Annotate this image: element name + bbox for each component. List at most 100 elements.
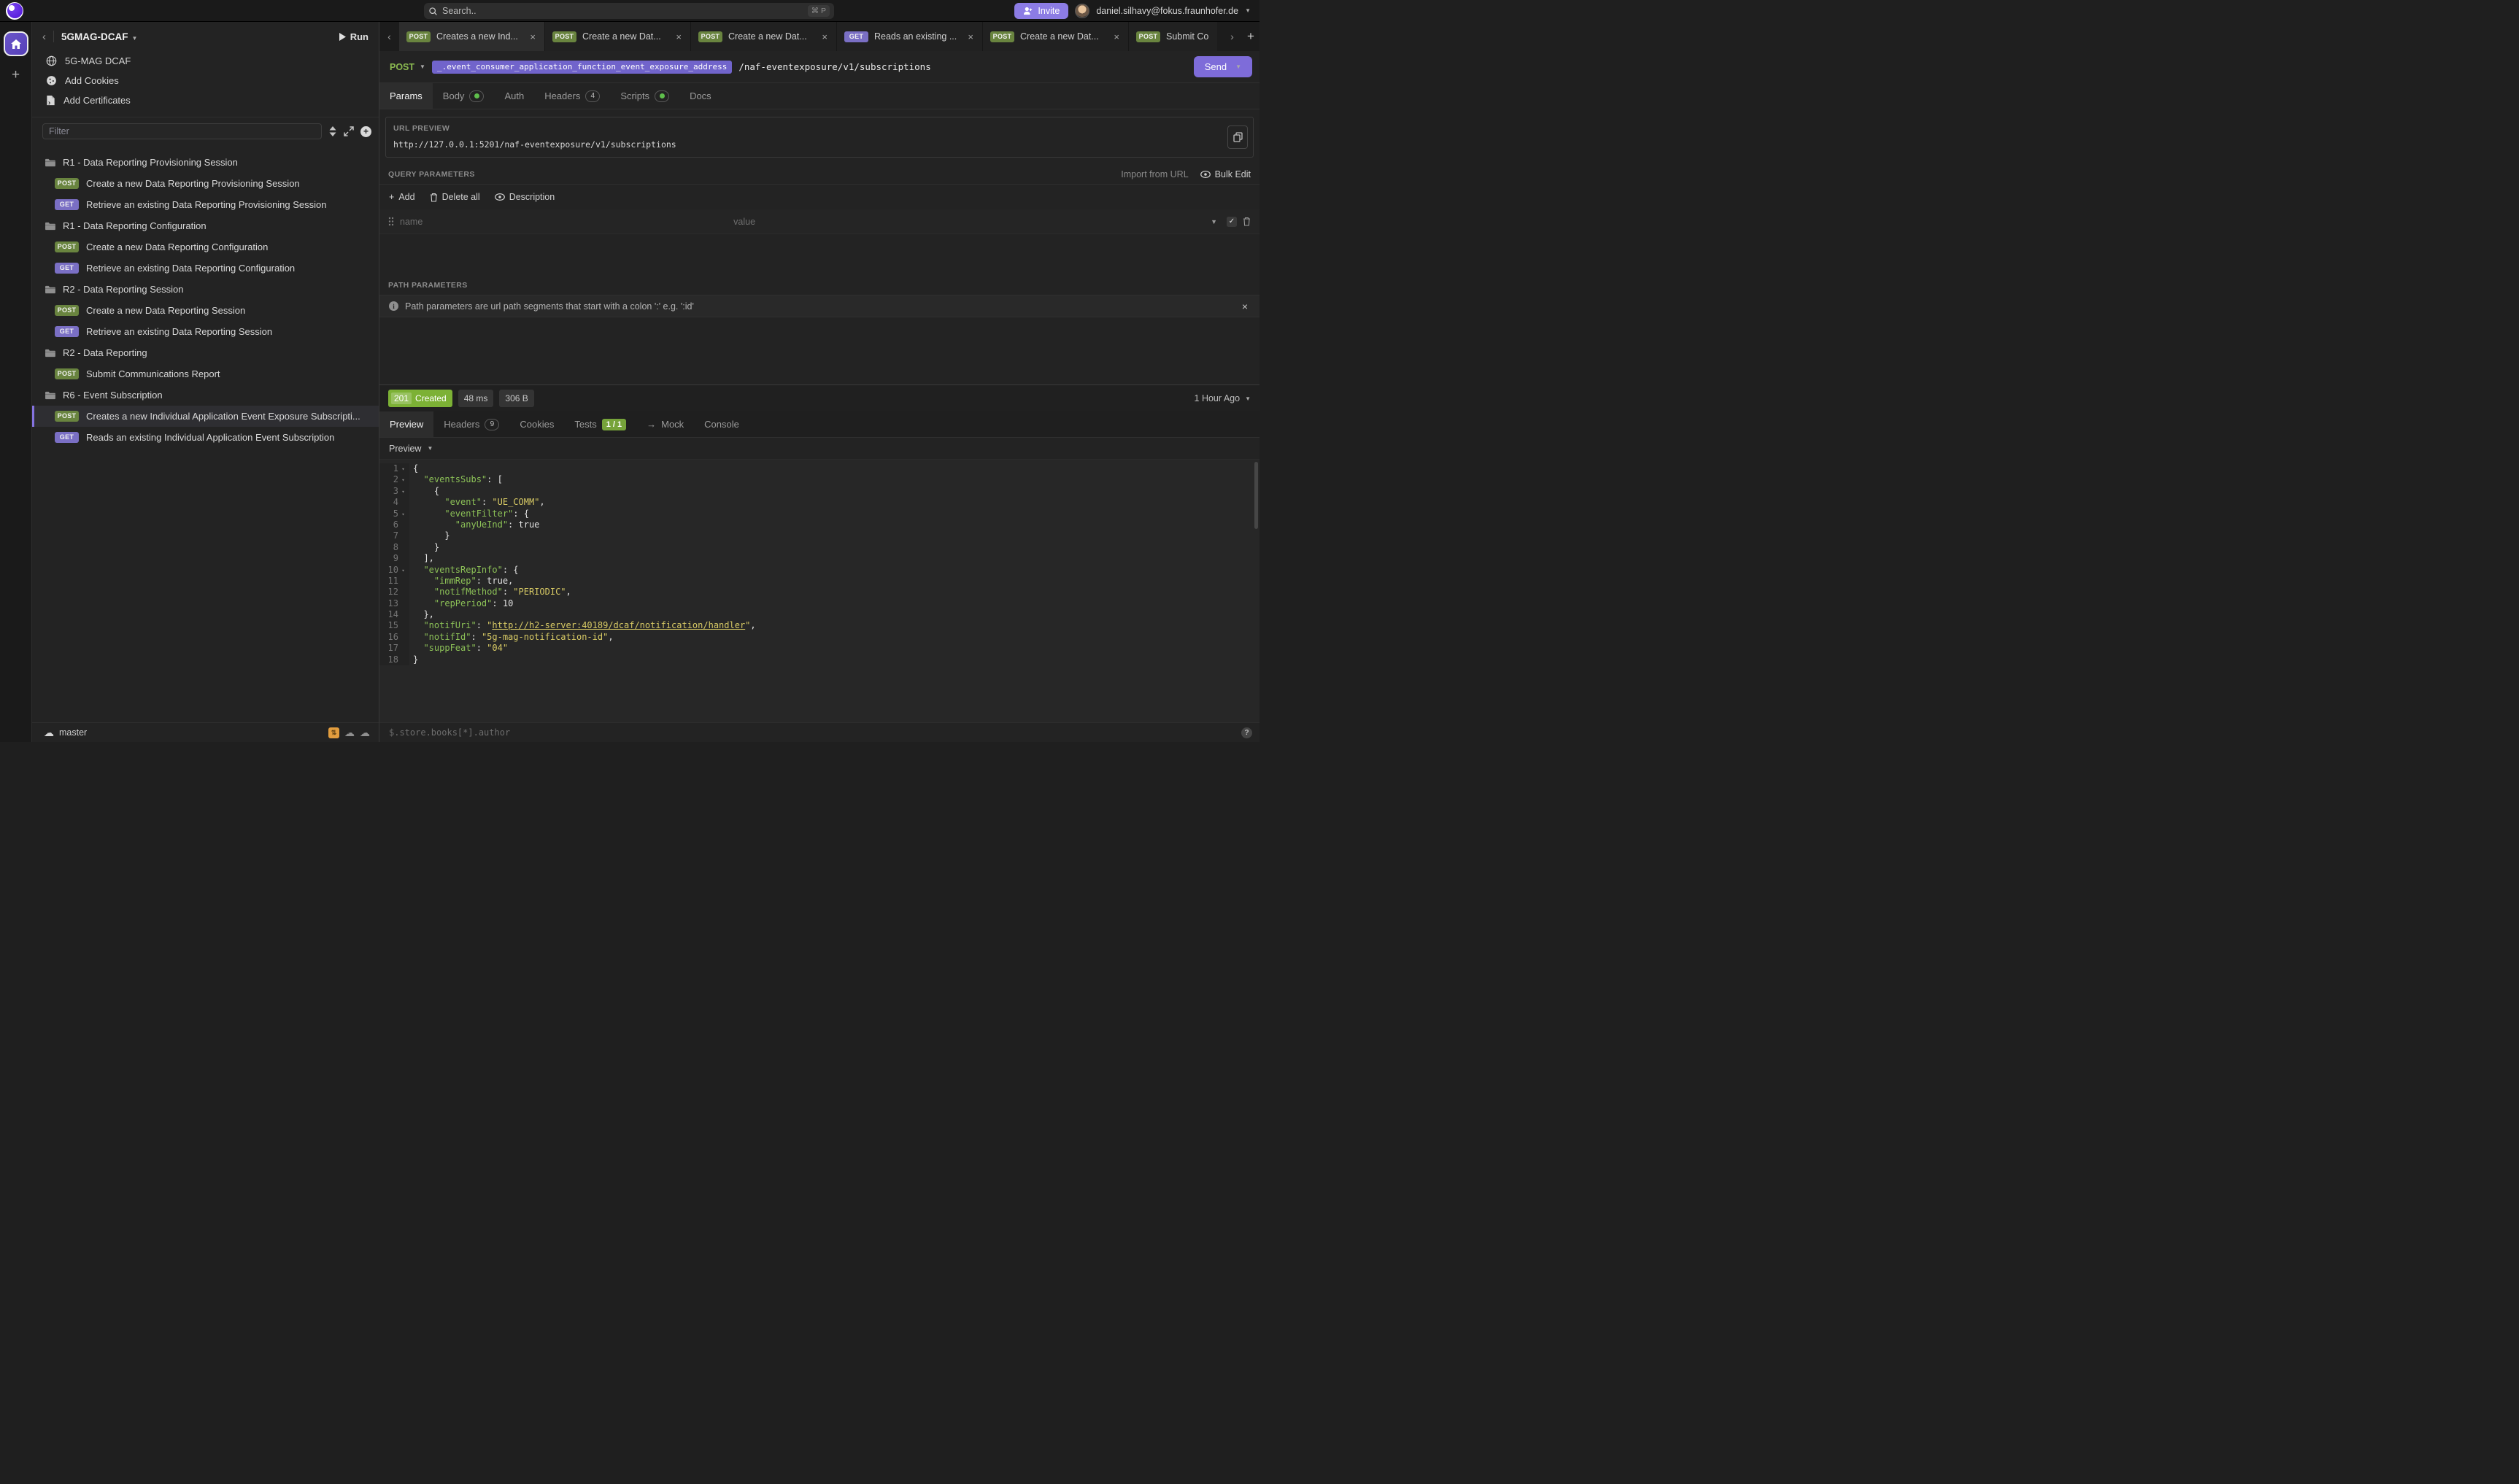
request-item[interactable]: POSTCreate a new Data Reporting Configur… — [32, 236, 379, 258]
close-tab-icon[interactable]: × — [1112, 31, 1121, 42]
expand-all-icon[interactable] — [344, 126, 354, 136]
request-item[interactable]: POSTCreate a new Data Reporting Session — [32, 300, 379, 321]
bulk-edit-button[interactable]: Bulk Edit — [1200, 169, 1251, 179]
filter-input[interactable] — [42, 123, 322, 139]
tab-cookies[interactable]: Cookies — [509, 411, 564, 437]
method-select[interactable]: POST ▼ — [390, 62, 425, 72]
gutter[interactable]: 2▾ — [379, 474, 409, 485]
toggle-description-button[interactable]: Description — [495, 192, 555, 202]
preview-mode-select[interactable]: Preview ▼ — [379, 438, 1260, 460]
close-tab-icon[interactable]: × — [966, 31, 975, 42]
global-search[interactable]: ⌘ P — [424, 3, 834, 19]
invite-button[interactable]: Invite — [1014, 3, 1068, 19]
search-input[interactable] — [442, 6, 803, 16]
param-name-input[interactable] — [400, 217, 728, 227]
new-project-button[interactable]: + — [12, 68, 20, 82]
close-tab-icon[interactable]: × — [674, 31, 683, 42]
run-collection-button[interactable]: Run — [339, 31, 369, 42]
request-tab[interactable]: POSTCreate a new Dat...× — [691, 22, 837, 51]
tab-body[interactable]: Body — [433, 83, 495, 109]
copy-url-button[interactable] — [1227, 125, 1248, 149]
tab-scripts[interactable]: Scripts — [610, 83, 679, 109]
param-enabled-checkbox[interactable]: ✓ — [1227, 217, 1237, 227]
request-tab[interactable]: GETReads an existing ...× — [837, 22, 983, 51]
tab-console[interactable]: Console — [694, 411, 749, 437]
fold-caret-icon[interactable]: ▾ — [398, 565, 408, 576]
response-body-editor[interactable]: 1▾{2▾ "eventsSubs": [3▾ {4 "event": "UE_… — [379, 460, 1260, 722]
param-options-caret-icon[interactable]: ▼ — [1207, 218, 1221, 225]
gutter[interactable]: 6 — [379, 519, 409, 530]
tab-headers[interactable]: Headers4 — [534, 83, 610, 109]
request-item[interactable]: POSTCreate a new Data Reporting Provisio… — [32, 173, 379, 194]
gutter[interactable]: 5▾ — [379, 509, 409, 519]
gutter[interactable]: 4 — [379, 497, 409, 508]
collection-folder[interactable]: R2 - Data Reporting Session — [32, 279, 379, 300]
fold-caret-icon[interactable]: ▾ — [398, 509, 408, 519]
sync-conflict-icon[interactable]: ⇅ — [328, 727, 339, 738]
drag-handle-icon[interactable] — [388, 217, 394, 226]
add-certificates-button[interactable]: Add Certificates — [32, 90, 379, 110]
tab-docs[interactable]: Docs — [679, 83, 722, 109]
request-item[interactable]: POSTCreates a new Individual Application… — [32, 406, 379, 427]
insomnia-logo-icon[interactable] — [6, 2, 23, 20]
dismiss-banner-icon[interactable]: × — [1240, 301, 1250, 312]
sort-icon[interactable] — [328, 126, 337, 136]
new-tab-button[interactable]: + — [1247, 29, 1254, 44]
gutter[interactable]: 12 — [379, 587, 409, 598]
environment-variable-chip[interactable]: _.event_consumer_application_function_ev… — [432, 61, 732, 74]
tab-mock[interactable]: →Mock — [636, 411, 694, 437]
response-filter-input[interactable] — [389, 727, 1235, 738]
tab-tests[interactable]: Tests1 / 1 — [564, 411, 636, 437]
gutter[interactable]: 10▾ — [379, 565, 409, 576]
back-chevron-icon[interactable]: ‹ — [42, 31, 46, 43]
request-tab[interactable]: POSTSubmit Co× — [1129, 22, 1217, 51]
cloud-pull-icon[interactable]: ☁↓ — [344, 727, 355, 738]
gutter[interactable]: 17 — [379, 643, 409, 654]
request-tab[interactable]: POSTCreate a new Dat...× — [545, 22, 691, 51]
url-path[interactable]: /naf-eventexposure/v1/subscriptions — [738, 61, 1187, 72]
gutter[interactable]: 18 — [379, 654, 409, 665]
close-tab-icon[interactable]: × — [820, 31, 829, 42]
fold-caret-icon[interactable]: ▾ — [398, 463, 408, 474]
fold-caret-icon[interactable]: ▾ — [398, 486, 408, 497]
account-caret-down-icon[interactable]: ▼ — [1245, 7, 1251, 14]
gutter[interactable]: 13 — [379, 598, 409, 609]
collection-folder[interactable]: R2 - Data Reporting — [32, 342, 379, 363]
workspace-switcher[interactable]: 5GMAG-DCAF▼ — [61, 31, 137, 42]
gutter[interactable]: 16 — [379, 632, 409, 643]
response-history-dropdown[interactable]: 1 Hour Ago ▼ — [1195, 393, 1251, 403]
request-item[interactable]: GETRetrieve an existing Data Reporting C… — [32, 258, 379, 279]
send-button[interactable]: Send ▼ — [1194, 56, 1252, 77]
delete-param-icon[interactable] — [1243, 217, 1251, 226]
gutter[interactable]: 9 — [379, 553, 409, 564]
tab-preview[interactable]: Preview — [379, 411, 433, 437]
tabs-scroll-left-icon[interactable]: ‹ — [379, 22, 399, 51]
request-item[interactable]: POSTSubmit Communications Report — [32, 363, 379, 384]
fold-caret-icon[interactable]: ▾ — [398, 474, 408, 485]
tab-params[interactable]: Params — [379, 83, 433, 109]
gutter[interactable]: 1▾ — [379, 463, 409, 474]
tab-headers[interactable]: Headers9 — [433, 411, 509, 437]
gutter[interactable]: 11 — [379, 576, 409, 587]
close-tab-icon[interactable]: × — [528, 31, 537, 42]
gutter[interactable]: 8 — [379, 542, 409, 553]
request-tab[interactable]: POSTCreates a new Ind...× — [399, 22, 545, 51]
gutter[interactable]: 15 — [379, 620, 409, 631]
home-button[interactable] — [4, 31, 28, 56]
request-tab[interactable]: POSTCreate a new Dat...× — [983, 22, 1129, 51]
add-param-button[interactable]: + Add — [389, 192, 415, 202]
request-item[interactable]: GETRetrieve an existing Data Reporting P… — [32, 194, 379, 215]
git-branch-label[interactable]: master — [59, 727, 87, 738]
filter-help-icon[interactable]: ? — [1241, 727, 1252, 738]
collection-folder[interactable]: R1 - Data Reporting Configuration — [32, 215, 379, 236]
request-item[interactable]: GETReads an existing Individual Applicat… — [32, 427, 379, 448]
scrollbar-thumb[interactable] — [1254, 462, 1258, 529]
send-options-caret-icon[interactable]: ▼ — [1235, 63, 1241, 70]
collection-folder[interactable]: R6 - Event Subscription — [32, 384, 379, 406]
param-value-input[interactable] — [733, 217, 1201, 227]
request-item[interactable]: GETRetrieve an existing Data Reporting S… — [32, 321, 379, 342]
add-cookies-button[interactable]: Add Cookies — [32, 71, 379, 90]
tab-auth[interactable]: Auth — [494, 83, 534, 109]
tabs-scroll-right-icon[interactable]: › — [1222, 31, 1242, 42]
gutter[interactable]: 7 — [379, 530, 409, 541]
